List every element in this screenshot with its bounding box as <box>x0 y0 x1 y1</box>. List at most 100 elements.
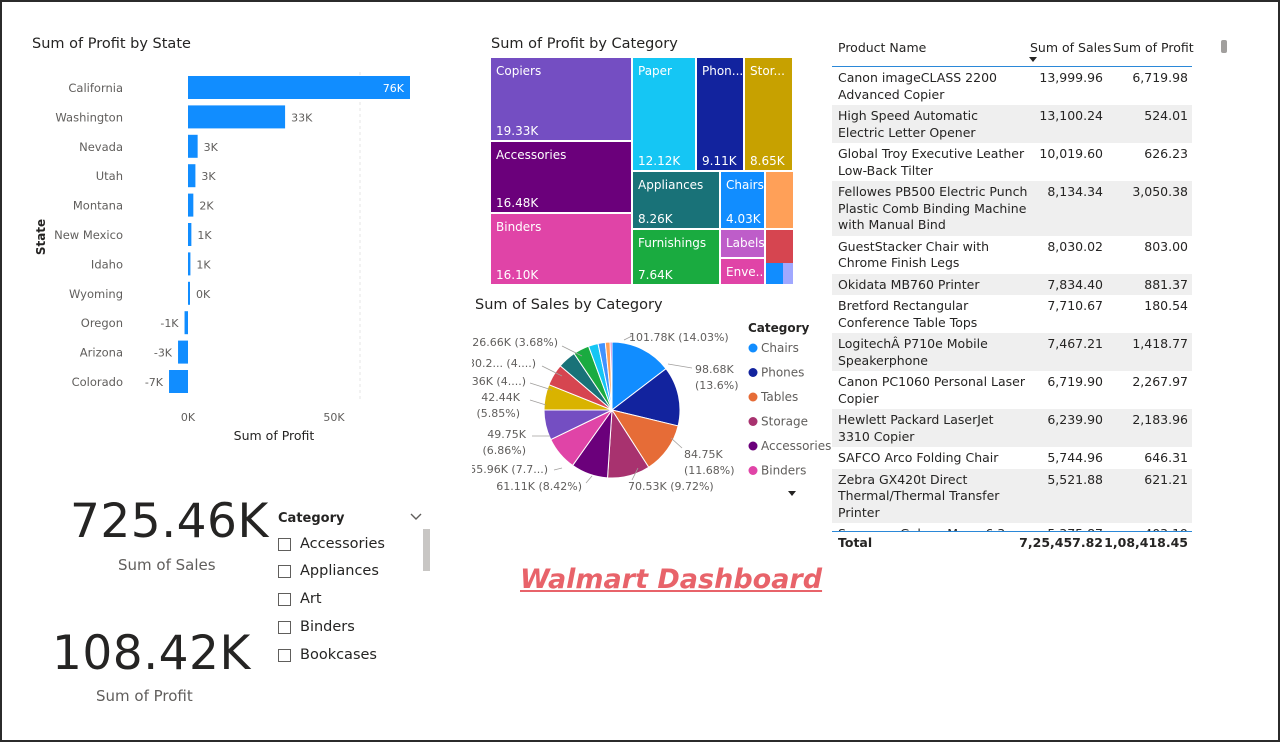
treemap-tile-bookcases[interactable] <box>766 230 793 266</box>
legend-item-tables[interactable]: Tables <box>760 390 798 404</box>
legend-marker <box>748 441 758 451</box>
bar-data-label: 1K <box>196 258 211 271</box>
table-body[interactable]: Canon imageCLASS 2200 Advanced Copier 13… <box>832 66 1192 532</box>
bar-data-label: 0K <box>196 288 211 301</box>
bar-data-label: -3K <box>154 347 173 360</box>
bar-arizona[interactable] <box>178 340 188 364</box>
table-row[interactable]: LogitechÂ P710e Mobile Speakerphone 7,46… <box>832 333 1192 371</box>
bar-utah[interactable] <box>188 164 196 188</box>
sales-cell: 13,999.96 <box>1039 70 1103 85</box>
bar-data-label: 76K <box>383 82 405 95</box>
treemap-tile-value: 19.33K <box>496 124 539 138</box>
product-name-cell: Zebra GX420t Direct Thermal/Thermal Tran… <box>838 471 1000 520</box>
legend-item-phones[interactable]: Phones <box>761 366 804 380</box>
treemap-tile-label: Stor... <box>750 64 785 78</box>
sales-cell: 10,019.60 <box>1039 146 1103 161</box>
sales-cell: 7,467.21 <box>1047 336 1103 351</box>
bar-data-label: 3K <box>204 141 219 154</box>
table-scrollbar[interactable] <box>1221 40 1227 53</box>
bar-washington[interactable] <box>188 105 286 129</box>
legend-item-storage[interactable]: Storage <box>761 415 808 429</box>
treemap-tile-art[interactable] <box>766 172 793 228</box>
bar-new-mexico[interactable] <box>188 223 192 246</box>
bar-idaho[interactable] <box>188 252 191 276</box>
slicer-item-binders[interactable]: Binders <box>278 617 355 637</box>
checkbox[interactable] <box>278 564 291 578</box>
profit-cell: 1,418.77 <box>1132 336 1188 351</box>
profit-by-category-treemap[interactable]: Copiers 19.33K Accessories 16.48K Binders 16.… <box>491 58 793 284</box>
legend-marker <box>748 343 758 353</box>
treemap-tile-label: Appliances <box>638 178 703 192</box>
profit-by-state-bar-chart[interactable]: California 76K Washington 33K Nevada 3K Utah 3K… <box>26 64 426 454</box>
product-name-cell: Canon imageCLASS 2200 Advanced Copier <box>838 70 997 102</box>
header-sum-of-sales[interactable]: Sum of Sales <box>1030 40 1111 55</box>
pie-label-phones-value: 98.68K <box>695 363 734 376</box>
table-row[interactable]: Hewlett Packard LaserJet 3310 Copier 6,2… <box>832 409 1192 447</box>
table-row[interactable]: Okidata MB760 Printer 7,834.40 881.37 <box>832 273 1192 295</box>
bar-chart-title: Sum of Profit by State <box>32 36 191 52</box>
bar-wyoming[interactable] <box>188 281 190 305</box>
bar-california[interactable] <box>188 76 410 99</box>
treemap-tile-supplies[interactable] <box>783 263 793 284</box>
profit-cell: 2,267.97 <box>1132 374 1188 389</box>
treemap-tile-label: Accessories <box>496 148 566 162</box>
bar-colorado[interactable] <box>169 370 188 393</box>
table-row[interactable]: Bretford Rectangular Conference Table To… <box>832 295 1192 333</box>
profit-cell: 621.21 <box>1144 471 1188 487</box>
bar-data-label: 33K <box>291 111 313 124</box>
treemap-tile-label: Copiers <box>496 64 541 78</box>
legend-item-accessories[interactable]: Accessories <box>761 439 831 453</box>
chevron-down-icon[interactable] <box>408 508 424 524</box>
product-name-cell: SAFCO Arco Folding Chair <box>838 450 999 465</box>
profit-cell: 524.01 <box>1144 108 1188 123</box>
header-product-name[interactable]: Product Name <box>838 40 926 55</box>
treemap-tile-value: 16.48K <box>496 196 539 210</box>
sales-cell: 6,719.90 <box>1047 374 1103 389</box>
product-name-cell: GuestStacker Chair with Chrome Finish Le… <box>838 238 990 271</box>
legend-item-chairs[interactable]: Chairs <box>761 341 799 355</box>
legend-marker <box>748 392 758 402</box>
table-row[interactable]: Global Troy Executive Leather Low-Back T… <box>832 143 1192 181</box>
pie-label-slice9: 36K (4....) <box>472 375 526 388</box>
treemap-tile-value: 8.65K <box>750 154 786 168</box>
table-row[interactable]: SAFCO Arco Folding Chair 5,744.96 646.31 <box>832 447 1192 469</box>
checkbox[interactable] <box>278 537 291 551</box>
sales-cell: 8,134.34 <box>1047 184 1103 199</box>
pie-legend-title: Category <box>748 321 810 335</box>
table-row[interactable]: Canon imageCLASS 2200 Advanced Copier 13… <box>832 67 1192 105</box>
legend-more-arrow-icon[interactable] <box>788 491 796 496</box>
profit-cell: 2,183.96 <box>1132 412 1188 427</box>
product-name-cell: High Speed Automatic Electric Letter Ope… <box>838 108 978 140</box>
table-row[interactable]: Zebra GX420t Direct Thermal/Thermal Tran… <box>832 468 1192 523</box>
slicer-item-art[interactable]: Art <box>278 589 322 609</box>
table-row[interactable]: High Speed Automatic Electric Letter Ope… <box>832 105 1192 143</box>
state-label: Arizona <box>80 346 123 360</box>
bar-data-label: 3K <box>201 170 216 183</box>
checkbox[interactable] <box>278 648 291 662</box>
treemap-tile-label: Labels <box>726 236 765 250</box>
pie-label-storage: 70.53K (9.72%) <box>628 480 714 493</box>
profit-cell: 180.54 <box>1144 298 1188 313</box>
checkbox[interactable] <box>278 592 291 606</box>
bar-oregon[interactable] <box>184 311 188 335</box>
slicer-item-bookcases[interactable]: Bookcases <box>278 645 377 665</box>
sales-by-category-pie-chart[interactable]: 101.78K (14.03%) 98.68K (13.6%) 84.75K (… <box>472 318 832 498</box>
header-sum-of-profit[interactable]: Sum of Profit <box>1113 40 1194 55</box>
x-axis-title: Sum of Profit <box>234 428 315 443</box>
table-row[interactable]: Canon PC1060 Personal Laser Copier 6,719… <box>832 371 1192 409</box>
table-row[interactable]: GuestStacker Chair with Chrome Finish Le… <box>832 236 1192 274</box>
checkbox[interactable] <box>278 620 291 634</box>
treemap-tile-value: 4.03K <box>726 212 762 226</box>
bar-data-label: 2K <box>199 200 214 213</box>
bar-montana[interactable] <box>188 193 194 217</box>
slicer-item-accessories[interactable]: Accessories <box>278 534 385 554</box>
state-label: Wyoming <box>69 287 123 301</box>
legend-item-binders[interactable]: Binders <box>761 464 806 478</box>
slicer-scrollbar[interactable] <box>423 529 430 571</box>
state-label: Nevada <box>79 140 123 154</box>
table-row[interactable]: Fellowes PB500 Electric Punch Plastic Co… <box>832 181 1192 236</box>
table-total-row: Total 7,25,457.82 1,08,418.45 <box>832 531 1192 552</box>
sales-cell: 7,710.67 <box>1047 298 1103 313</box>
slicer-item-appliances[interactable]: Appliances <box>278 561 379 581</box>
bar-nevada[interactable] <box>188 134 198 158</box>
